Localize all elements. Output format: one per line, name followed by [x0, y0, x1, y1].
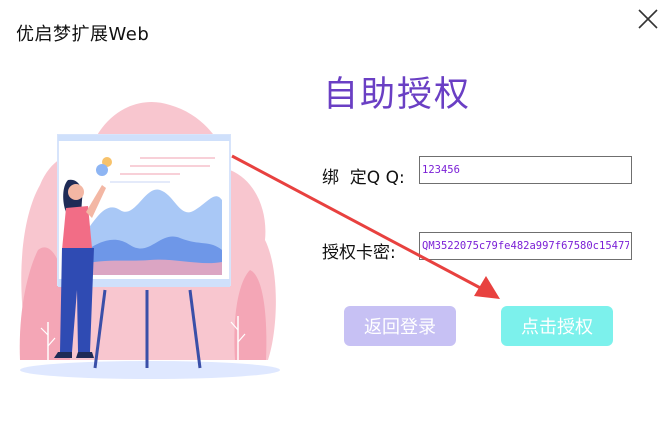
qq-input[interactable]: [419, 156, 632, 184]
auth-key-input[interactable]: [419, 232, 632, 260]
authorize-label: 点击授权: [521, 317, 593, 338]
page-heading: 自助授权: [323, 75, 472, 115]
close-icon: [638, 9, 658, 29]
qq-label: 绑 定Q Q:: [322, 168, 405, 188]
presentation-illustration: [19, 102, 280, 379]
window-title: 优启梦扩展Web: [16, 24, 150, 45]
close-button[interactable]: [632, 4, 664, 34]
back-to-login-button[interactable]: 返回登录: [344, 306, 456, 346]
authorize-button[interactable]: 点击授权: [501, 306, 613, 346]
auth-key-label: 授权卡密:: [322, 243, 396, 263]
back-to-login-label: 返回登录: [364, 317, 436, 338]
